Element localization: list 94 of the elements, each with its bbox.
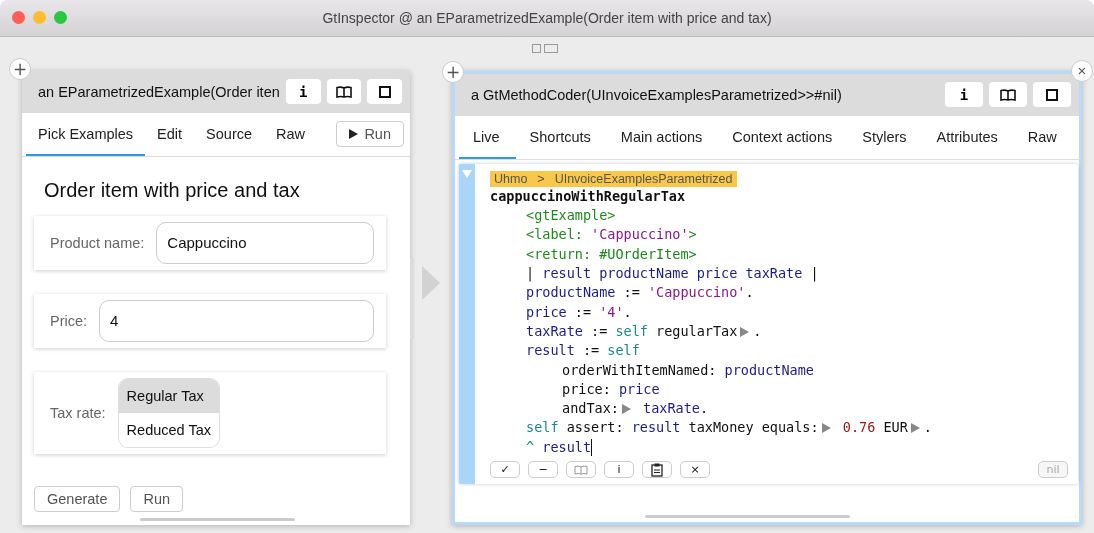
- code-token: ^: [526, 437, 535, 457]
- tab[interactable]: Raw: [264, 113, 318, 157]
- field-label: Price:: [50, 312, 88, 329]
- code-token: taxRate: [642, 399, 700, 419]
- code-token: 0.76: [841, 418, 876, 438]
- toolbar-button[interactable]: −: [528, 461, 558, 478]
- breadcrumb-item[interactable]: UInvoiceExamplesParametrized: [554, 171, 733, 186]
- input-field[interactable]: Cappuccino: [156, 221, 374, 264]
- tab[interactable]: Raw: [1013, 116, 1073, 160]
- code-token: andTax:: [562, 399, 619, 419]
- code-token: taxRate: [526, 321, 583, 341]
- code-token: |: [809, 264, 819, 284]
- code-token: price: [526, 302, 567, 322]
- pane-title: an EParametrizedExample(Order iten: [38, 83, 280, 100]
- toolbar-button[interactable]: ×: [680, 461, 710, 478]
- tab[interactable]: Shortcuts: [515, 116, 607, 160]
- form-heading: Order item with price and tax: [44, 178, 301, 202]
- tab[interactable]: Source: [194, 113, 265, 157]
- field-label: Product name:: [50, 234, 145, 251]
- play-icon: [349, 129, 359, 140]
- clipboard-button[interactable]: [642, 461, 672, 478]
- info-button[interactable]: i: [285, 79, 321, 105]
- code-token: productName: [526, 283, 616, 303]
- code-token: .: [923, 418, 932, 438]
- breadcrumb-item[interactable]: Uhmo: [494, 171, 528, 186]
- book-button[interactable]: [326, 79, 362, 105]
- code-token: assert:: [565, 418, 625, 438]
- code-token: self: [615, 321, 648, 341]
- tab[interactable]: Main actions: [606, 116, 719, 160]
- field-label: Tax rate:: [50, 404, 106, 421]
- close-window-button[interactable]: [12, 11, 25, 24]
- code-token: >: [688, 225, 697, 245]
- code-token: taxMoney equals:: [687, 418, 819, 438]
- tab[interactable]: Edit: [145, 113, 195, 157]
- pane-layout-icon[interactable]: [532, 43, 558, 55]
- code-token: result: [541, 437, 592, 457]
- book-icon: [1000, 88, 1016, 101]
- option-item[interactable]: Regular Tax: [118, 378, 219, 413]
- code-token: result: [526, 341, 575, 361]
- tab[interactable]: Pick Examples: [26, 113, 146, 157]
- book-icon: [574, 464, 588, 475]
- toolbar-button[interactable]: ✓: [490, 461, 520, 478]
- code-token: price: [618, 379, 660, 399]
- book-icon: [335, 85, 352, 98]
- toolbar-button[interactable]: i: [604, 461, 634, 478]
- code-token: '4': [599, 302, 624, 322]
- code-token: productName: [724, 360, 814, 380]
- code-token: .: [753, 321, 762, 341]
- input-field[interactable]: 4: [99, 299, 374, 342]
- code-token: EUR: [882, 418, 908, 438]
- arrow-icon: [422, 265, 440, 300]
- book-button[interactable]: [989, 82, 1027, 108]
- window-title: GtInspector @ an EParametrizedExample(Order item with price and tax): [322, 9, 772, 26]
- scroll-bar[interactable]: [645, 515, 850, 518]
- square-icon: [1046, 88, 1058, 101]
- code-token: .: [623, 302, 632, 322]
- code-token: self: [526, 418, 559, 438]
- clipboard-icon: [651, 462, 663, 477]
- breadcrumb-item[interactable]: >: [537, 171, 545, 186]
- add-button[interactable]: +: [442, 60, 464, 83]
- code-token: result: [631, 418, 681, 438]
- close-button[interactable]: ×: [1071, 59, 1093, 82]
- code-token: <gtExample>: [526, 206, 616, 226]
- tab[interactable]: Stylers: [848, 116, 923, 160]
- tab[interactable]: Attributes: [922, 116, 1014, 160]
- square-button[interactable]: [1033, 82, 1071, 108]
- code-token: <label:: [526, 225, 584, 245]
- code-token: :=: [573, 302, 593, 322]
- add-button[interactable]: +: [9, 57, 31, 80]
- code-token: .: [745, 283, 754, 303]
- code-token: 'Cappuccino': [647, 283, 746, 303]
- code-token: result productName price taxRate: [542, 264, 803, 284]
- pane-title: a GtMethodCoder(UInvoiceExamplesParametrized>>#nil): [471, 86, 843, 103]
- code-token: self: [607, 341, 640, 361]
- tab[interactable]: Context actions: [718, 116, 849, 160]
- code-token: orderWithItemNamed:: [562, 360, 718, 380]
- code-token: :=: [581, 341, 601, 361]
- action-button[interactable]: Generate: [34, 485, 121, 512]
- code-token: |: [526, 264, 536, 284]
- code-token: price:: [562, 379, 612, 399]
- code-token: :=: [590, 321, 609, 341]
- run-button[interactable]: Run: [336, 121, 404, 148]
- method-name: cappuccinoWithRegularTax: [490, 186, 687, 206]
- square-icon: [378, 85, 391, 98]
- tab[interactable]: Live: [459, 116, 516, 160]
- info-button[interactable]: i: [945, 82, 983, 108]
- square-button[interactable]: [367, 79, 402, 105]
- code-token: :=: [622, 283, 641, 303]
- code-token: regularTax: [655, 321, 738, 341]
- code-token: .: [699, 399, 709, 419]
- scroll-bar[interactable]: [140, 518, 295, 521]
- action-button[interactable]: Run: [130, 485, 184, 512]
- code-token: <return: #UOrderItem>: [526, 244, 697, 264]
- code-token: 'Cappuccino': [591, 225, 689, 245]
